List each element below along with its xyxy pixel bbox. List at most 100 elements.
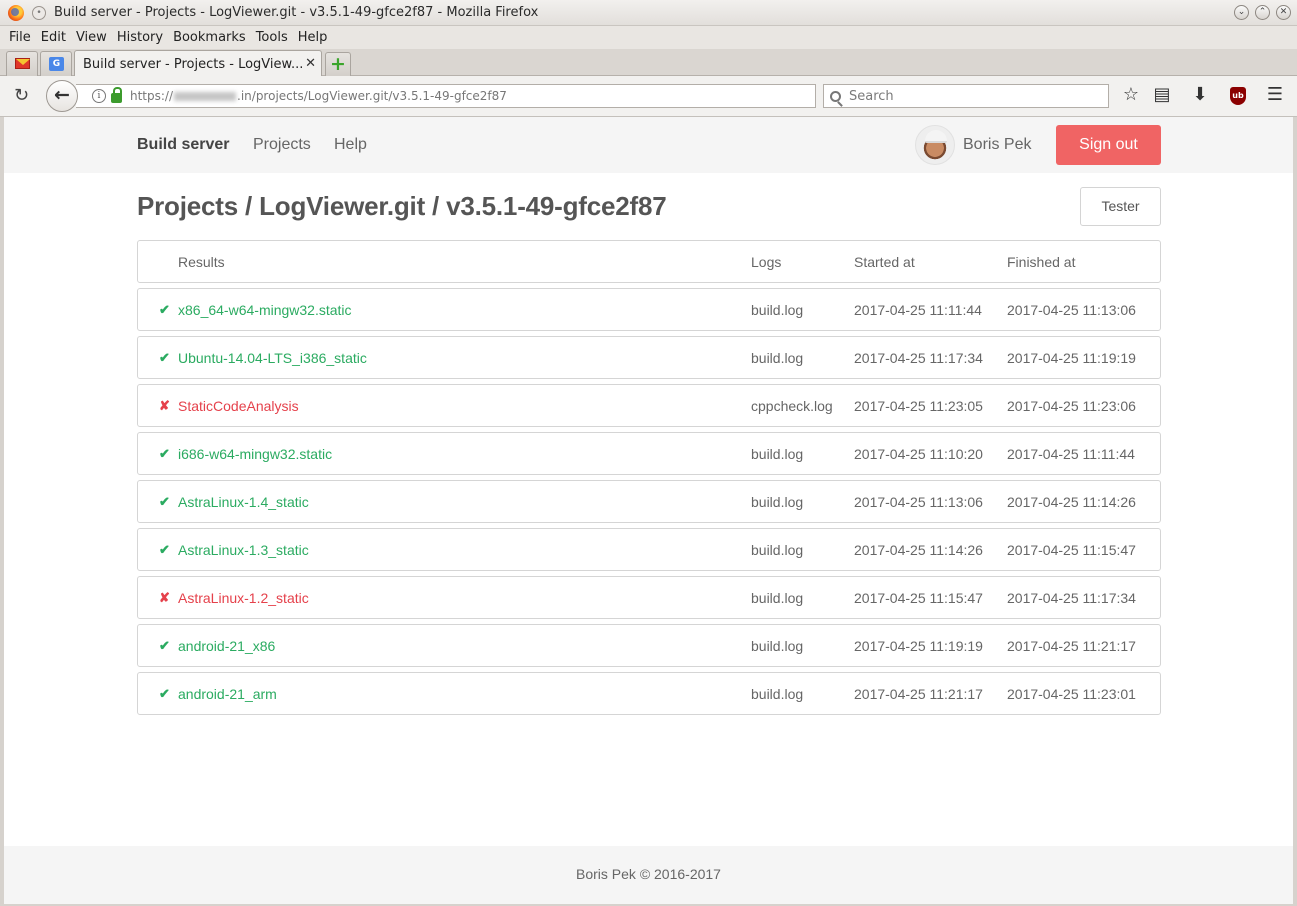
back-button[interactable]: ← [46,80,78,112]
brand-link[interactable]: Build server [137,136,229,154]
started-at: 2017-04-25 11:10:20 [854,446,983,462]
started-at: 2017-04-25 11:23:05 [854,398,983,414]
finished-at: 2017-04-25 11:14:26 [1007,494,1136,510]
tab-bar: G Build server - Projects - LogView... ✕… [0,49,1297,77]
nav-help[interactable]: Help [334,136,367,154]
menu-edit[interactable]: Edit [41,30,66,45]
url-bar[interactable]: i https:// .in/projects/LogViewer.git/v3… [76,84,816,108]
page-title: Projects / LogViewer.git / v3.5.1-49-gfc… [137,191,667,221]
table-row: ✔ x86_64-w64-mingw32.static build.log 2017-… [137,288,1161,331]
table-row: ✔ android-21_arm build.log 2017-04-25 11:21… [137,672,1161,715]
mail-icon [15,58,30,69]
menu-history[interactable]: History [117,30,163,45]
log-link[interactable]: build.log [751,302,803,318]
log-link[interactable]: build.log [751,350,803,366]
started-at: 2017-04-25 11:17:34 [854,350,983,366]
search-bar[interactable]: Search [823,84,1109,108]
log-link[interactable]: build.log [751,590,803,606]
tab-title: Build server - Projects - LogView... [83,56,303,72]
finished-at: 2017-04-25 11:11:44 [1007,446,1135,462]
failure-cross-icon: ✘ [159,398,170,413]
build-target-link[interactable]: x86_64-w64-mingw32.static [178,302,352,318]
build-target-link[interactable]: Ubuntu-14.04-LTS_i386_static [178,350,367,366]
info-icon[interactable]: i [92,89,106,103]
pinned-tab-mail[interactable] [6,51,38,76]
success-check-icon: ✔ [159,350,170,365]
build-target-link[interactable]: i686-w64-mingw32.static [178,446,332,462]
finished-at: 2017-04-25 11:15:47 [1007,542,1136,558]
table-row: ✘ StaticCodeAnalysis cppcheck.log 2017-04-2… [137,384,1161,427]
reader-list-icon[interactable]: ▤ [1151,84,1173,106]
header-finished-at: Finished at [1007,254,1076,270]
log-link[interactable]: build.log [751,446,803,462]
log-link[interactable]: build.log [751,686,803,702]
search-icon [830,90,841,102]
pinned-tab-translate[interactable]: G [40,51,72,76]
finished-at: 2017-04-25 11:17:34 [1007,590,1136,606]
tab-close-icon[interactable]: ✕ [305,56,316,71]
success-check-icon: ✔ [159,446,170,461]
tester-button[interactable]: Tester [1080,187,1161,226]
window-title: Build server - Projects - LogViewer.git … [54,5,539,20]
footer-text: Boris Pek © 2016-2017 [576,866,721,882]
nav-projects[interactable]: Projects [253,136,311,154]
table-row: ✔ i686-w64-mingw32.static build.log 2017-04… [137,432,1161,475]
header-started-at: Started at [854,254,915,270]
finished-at: 2017-04-25 11:13:06 [1007,302,1136,318]
url-redacted-host [174,91,237,101]
build-target-link[interactable]: android-21_x86 [178,638,275,654]
build-target-link[interactable]: AstraLinux-1.2_static [178,590,309,606]
user-name: Boris Pek [963,136,1032,153]
site-header: Build server Projects Help Boris Pek Sig… [4,117,1293,173]
firefox-logo-icon [8,4,24,21]
finished-at: 2017-04-25 11:21:17 [1007,638,1136,654]
bookmark-star-icon[interactable]: ☆ [1120,84,1142,106]
success-check-icon: ✔ [159,542,170,557]
minimize-icon[interactable]: ⌄ [1234,5,1249,20]
build-target-link[interactable]: AstraLinux-1.3_static [178,542,309,558]
header-logs: Logs [751,254,782,270]
menu-bar: File Edit View History Bookmarks Tools H… [0,26,1297,49]
navigation-toolbar: ↻ i https:// .in/projects/LogViewer.git/… [0,76,1297,117]
build-target-link[interactable]: StaticCodeAnalysis [178,398,299,414]
success-check-icon: ✔ [159,494,170,509]
table-row: ✔ AstraLinux-1.4_static build.log 2017-04-2… [137,480,1161,523]
hamburger-menu-icon[interactable]: ☰ [1264,84,1286,106]
menu-view[interactable]: View [76,30,107,45]
log-link[interactable]: build.log [751,638,803,654]
active-tab[interactable]: Build server - Projects - LogView... ✕ [74,50,322,77]
reload-icon[interactable]: ↻ [14,86,29,106]
log-link[interactable]: build.log [751,494,803,510]
build-target-link[interactable]: android-21_arm [178,686,277,702]
window-titlebar: • Build server - Projects - LogViewer.gi… [0,0,1297,26]
table-header: Results Logs Started at Finished at [137,240,1161,283]
build-target-link[interactable]: AstraLinux-1.4_static [178,494,309,510]
window-menu-icon[interactable]: • [32,5,46,20]
started-at: 2017-04-25 11:11:44 [854,302,982,318]
url-text[interactable]: https:// .in/projects/LogViewer.git/v3.5… [130,89,507,103]
table-row: ✔ android-21_x86 build.log 2017-04-25 11:19… [137,624,1161,667]
menu-file[interactable]: File [9,30,31,45]
download-icon[interactable]: ⬇ [1189,84,1211,106]
search-placeholder: Search [849,88,894,104]
finished-at: 2017-04-25 11:23:01 [1007,686,1136,702]
table-row: ✔ AstraLinux-1.3_static build.log 2017-04-2… [137,528,1161,571]
started-at: 2017-04-25 11:15:47 [854,590,983,606]
started-at: 2017-04-25 11:14:26 [854,542,983,558]
menu-bookmarks[interactable]: Bookmarks [173,30,246,45]
sign-out-button[interactable]: Sign out [1056,125,1161,165]
close-icon[interactable]: ✕ [1276,5,1291,20]
menu-tools[interactable]: Tools [256,30,288,45]
ublock-icon[interactable]: ub [1230,87,1246,105]
menu-help[interactable]: Help [298,30,328,45]
started-at: 2017-04-25 11:13:06 [854,494,983,510]
site-footer: Boris Pek © 2016-2017 [4,846,1293,904]
translate-icon: G [49,57,64,71]
table-row: ✘ AstraLinux-1.2_static build.log 2017-04-2… [137,576,1161,619]
maximize-icon[interactable]: ⌃ [1255,5,1270,20]
started-at: 2017-04-25 11:21:17 [854,686,983,702]
url-prefix: https:// [130,89,174,103]
new-tab-icon[interactable]: + [325,52,351,76]
log-link[interactable]: build.log [751,542,803,558]
log-link[interactable]: cppcheck.log [751,398,833,414]
